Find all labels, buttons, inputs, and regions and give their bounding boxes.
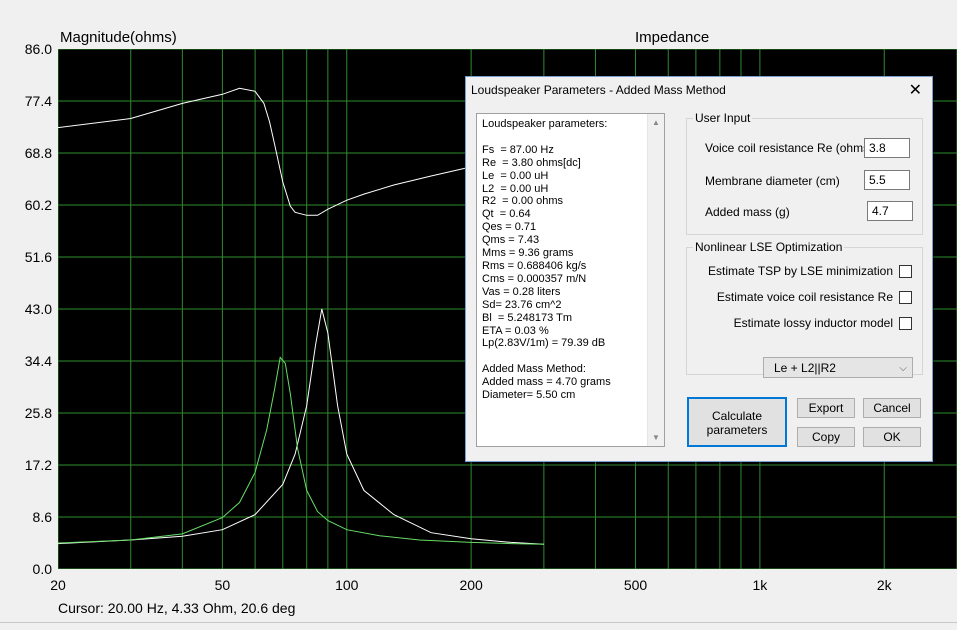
- calculate-parameters-button[interactable]: Calculate parameters: [687, 397, 787, 447]
- user-input-group: User Input Voice coil resistance Re (ohm…: [686, 111, 923, 235]
- lossy-inductor-option[interactable]: Estimate lossy inductor model: [734, 316, 912, 330]
- params-scrollbar[interactable]: ▲ ▼: [647, 114, 664, 446]
- lossy-inductor-label: Estimate lossy inductor model: [733, 316, 893, 330]
- y-tick-label: 68.8: [24, 145, 52, 161]
- lossy-inductor-checkbox[interactable]: [899, 316, 912, 330]
- x-tick-label: 2k: [876, 577, 892, 593]
- x-tick-label: 20: [50, 577, 66, 593]
- cancel-button[interactable]: Cancel: [863, 398, 921, 418]
- parameters-dialog[interactable]: Loudspeaker Parameters - Added Mass Meth…: [465, 76, 933, 462]
- y-tick-label: 51.6: [24, 249, 52, 265]
- y-tick-label: 25.8: [24, 405, 52, 421]
- x-tick-label: 500: [623, 577, 648, 593]
- diameter-input[interactable]: [864, 170, 910, 190]
- calculate-parameters-label: Calculate parameters: [706, 409, 768, 437]
- x-tick-label: 1k: [752, 577, 768, 593]
- x-tick-label: 50: [214, 577, 231, 593]
- re-label: Voice coil resistance Re (ohms): [705, 141, 874, 155]
- y-tick-label: 17.2: [24, 457, 52, 473]
- y-tick-label: 77.4: [24, 93, 52, 109]
- copy-button[interactable]: Copy: [797, 427, 855, 447]
- estimate-re-label: Estimate voice coil resistance Re: [716, 290, 893, 304]
- re-input[interactable]: [864, 138, 910, 158]
- scroll-up-icon[interactable]: ▲: [652, 118, 660, 127]
- lse-minimization-label: Estimate TSP by LSE minimization: [708, 264, 893, 278]
- added-mass-input[interactable]: [867, 201, 913, 221]
- y-tick-label: 34.4: [24, 353, 52, 369]
- export-button[interactable]: Export: [797, 398, 855, 418]
- ok-button[interactable]: OK: [863, 427, 921, 447]
- chart-title: Impedance: [635, 29, 710, 46]
- estimate-re-option[interactable]: Estimate voice coil resistance Re: [717, 290, 912, 304]
- lse-minimization-checkbox[interactable]: [899, 264, 912, 278]
- y-tick-label: 43.0: [24, 301, 52, 317]
- diameter-label: Membrane diameter (cm): [705, 174, 840, 188]
- chevron-down-icon: ⌵: [899, 363, 907, 374]
- scroll-down-icon[interactable]: ▼: [652, 433, 660, 442]
- y-tick-label: 60.2: [24, 197, 52, 213]
- close-icon[interactable]: ✕: [909, 80, 922, 100]
- lse-minimization-option[interactable]: Estimate TSP by LSE minimization: [708, 264, 912, 278]
- dialog-title: Loudspeaker Parameters - Added Mass Meth…: [471, 83, 726, 97]
- x-tick-label: 200: [459, 577, 483, 593]
- parameters-textbox[interactable]: Loudspeaker parameters: Fs = 87.00 Hz Re…: [476, 113, 665, 447]
- user-input-title: User Input: [693, 111, 753, 125]
- estimate-re-checkbox[interactable]: [899, 290, 912, 304]
- lse-title: Nonlinear LSE Optimization: [693, 240, 845, 254]
- inductor-model-select[interactable]: Le + L2||R2 ⌵: [763, 357, 913, 378]
- y-tick-label: 8.6: [32, 509, 52, 525]
- y-tick-label: 86.0: [24, 41, 52, 57]
- added-mass-label: Added mass (g): [705, 205, 790, 219]
- y-axis-label: Magnitude(ohms): [60, 29, 177, 46]
- bottom-divider: [0, 622, 957, 623]
- lse-group: Nonlinear LSE Optimization Estimate TSP …: [686, 240, 923, 378]
- y-tick-label: 0.0: [32, 561, 52, 577]
- cursor-readout: Cursor: 20.00 Hz, 4.33 Ohm, 20.6 deg: [58, 600, 296, 616]
- parameters-text: Loudspeaker parameters: Fs = 87.00 Hz Re…: [482, 118, 611, 402]
- inductor-model-value: Le + L2||R2: [774, 361, 836, 375]
- x-tick-label: 100: [335, 577, 359, 593]
